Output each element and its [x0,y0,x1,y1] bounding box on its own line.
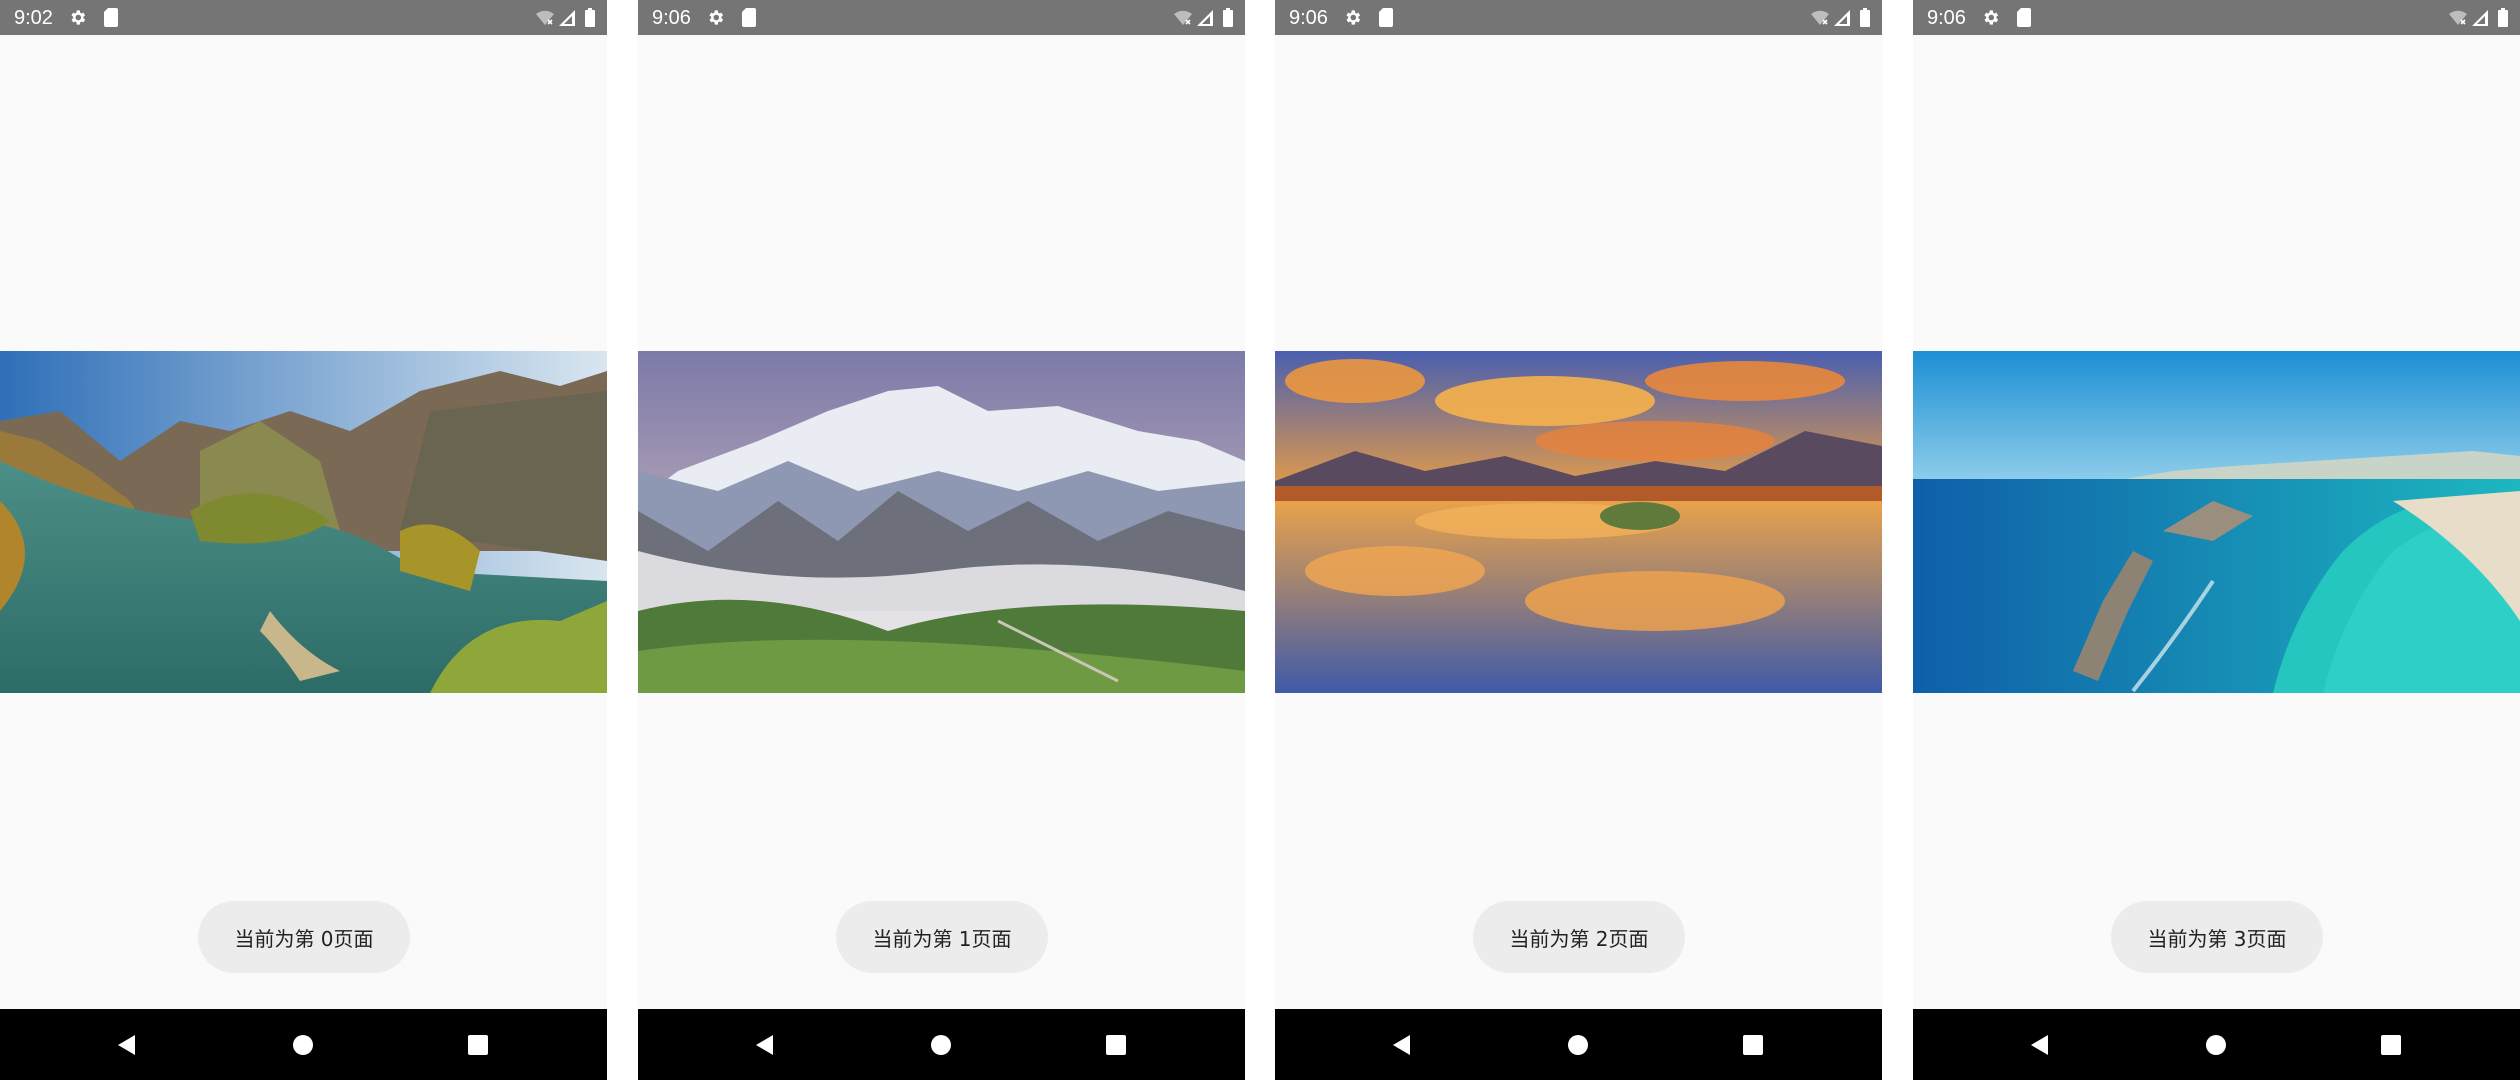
home-button[interactable] [2186,1009,2246,1080]
status-time: 9:02 [14,7,53,29]
back-button[interactable] [96,1009,156,1080]
back-icon [117,1034,135,1055]
status-bar: 9:02 [0,0,607,35]
back-icon [1392,1034,1410,1055]
home-button[interactable] [273,1009,333,1080]
page-toast: 当前为第 0页面 [198,901,410,973]
recents-icon [2381,1034,2401,1055]
home-icon [293,1034,313,1055]
landscape-photo[interactable] [1913,351,2520,693]
back-icon [755,1034,773,1055]
home-icon [1568,1034,1588,1055]
home-icon [931,1034,951,1055]
recents-button[interactable] [1723,1009,1783,1080]
signal-icon [1834,10,1850,26]
battery-icon [1223,8,1233,27]
back-button[interactable] [1371,1009,1431,1080]
wifi-icon [1811,10,1829,25]
status-time: 9:06 [1927,7,1966,29]
battery-icon [585,8,595,27]
recents-button[interactable] [448,1009,508,1080]
wifi-icon [1174,10,1192,25]
landscape-photo[interactable] [1275,351,1882,693]
gear-icon [1346,10,1361,25]
home-button[interactable] [1548,1009,1608,1080]
home-button[interactable] [911,1009,971,1080]
status-time: 9:06 [1289,7,1328,29]
page-toast: 当前为第 2页面 [1473,901,1685,973]
battery-icon [2498,8,2508,27]
status-bar: 9:06 [638,0,1245,35]
landscape-photo[interactable] [638,351,1245,693]
wifi-icon [536,10,554,25]
sd-card-icon [104,8,118,27]
recents-button[interactable] [1086,1009,1146,1080]
recents-icon [468,1034,488,1055]
landscape-photo[interactable] [0,351,607,693]
gear-icon [71,10,86,25]
status-bar: 9:06 [1275,0,1882,35]
sd-card-icon [1379,8,1393,27]
sd-card-icon [742,8,756,27]
back-button[interactable] [734,1009,794,1080]
gear-icon [1984,10,1999,25]
phone-screen-2: 9:06 当前为第 2页面 [1275,0,1882,1080]
sd-card-icon [2017,8,2031,27]
phone-screen-3: 9:06 当前为第 3页面 [1913,0,2520,1080]
page-toast: 当前为第 3页面 [2111,901,2323,973]
phone-screen-1: 9:06 当前为第 1页面 [638,0,1245,1080]
wifi-icon [2449,10,2467,25]
home-icon [2206,1034,2226,1055]
navigation-bar [1913,1009,2520,1080]
phone-screen-0: 9:02 当前为第 0页面 [0,0,607,1080]
back-icon [2030,1034,2048,1055]
navigation-bar [638,1009,1245,1080]
recents-button[interactable] [2361,1009,2421,1080]
recents-icon [1743,1034,1763,1055]
navigation-bar [0,1009,607,1080]
status-time: 9:06 [652,7,691,29]
page-toast: 当前为第 1页面 [836,901,1048,973]
battery-icon [1860,8,1870,27]
back-button[interactable] [2009,1009,2069,1080]
status-bar: 9:06 [1913,0,2520,35]
navigation-bar [1275,1009,1882,1080]
gear-icon [709,10,724,25]
signal-icon [1197,10,1213,26]
recents-icon [1106,1034,1126,1055]
signal-icon [559,10,575,26]
signal-icon [2472,10,2488,26]
